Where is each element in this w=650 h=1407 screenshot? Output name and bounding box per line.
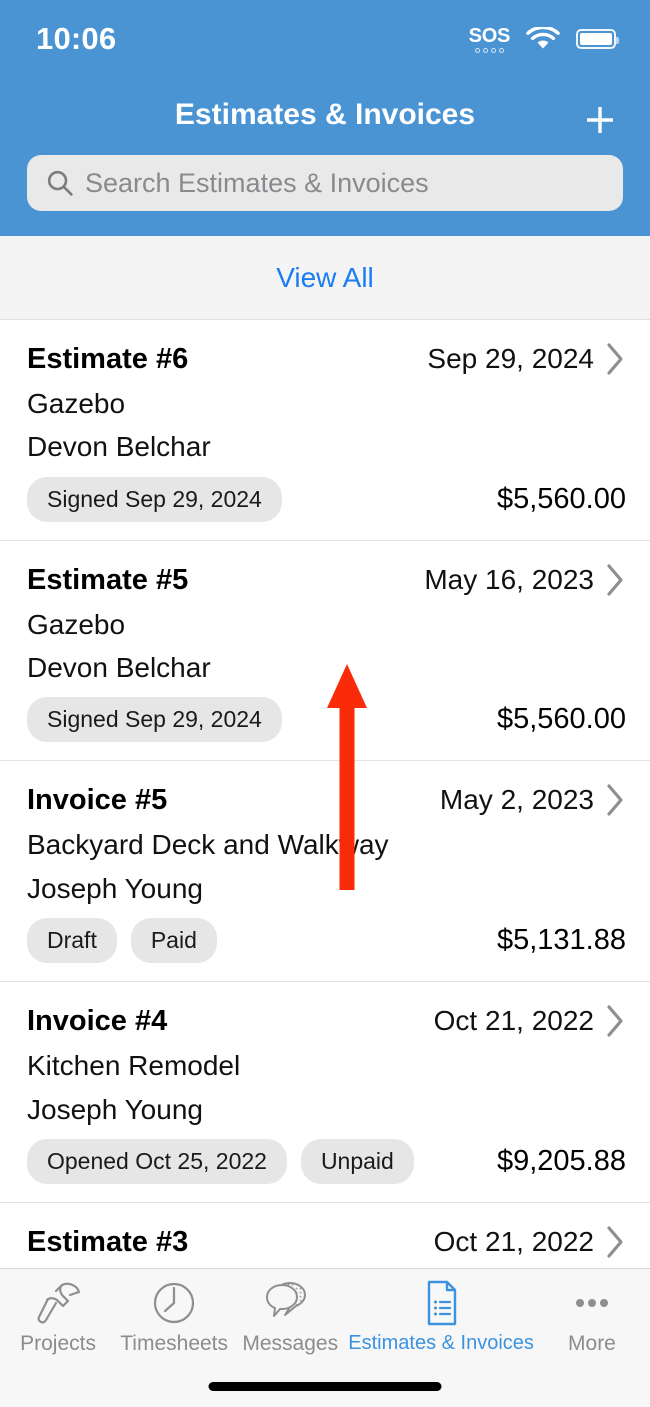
tab-label: Estimates & Invoices (348, 1332, 534, 1354)
tab-timesheets[interactable]: Timesheets (116, 1277, 232, 1365)
list-item-header: Estimate #5 May 16, 2023 (27, 563, 626, 597)
list-item-title: Invoice #5 (27, 784, 168, 817)
list-item-project: Backyard Deck and Walkway (27, 829, 389, 861)
list-item-amount: $5,131.88 (496, 924, 626, 957)
document-list-icon (417, 1277, 465, 1329)
list-item-date: Oct 21, 2022 (433, 1005, 594, 1037)
search-input[interactable] (85, 167, 605, 199)
ellipsis-icon (566, 1277, 618, 1329)
page-title: Estimates & Invoices (174, 98, 476, 131)
list-item-footer: Draft Paid $5,131.88 (27, 918, 626, 964)
status-badge: Paid (130, 918, 217, 964)
list-item-project: Gazebo (27, 608, 126, 640)
list-item-client: Devon Belchar (27, 431, 211, 463)
battery-icon (576, 29, 619, 49)
list-item-date: May 2, 2023 (439, 784, 594, 816)
chevron-right-icon[interactable] (606, 563, 626, 597)
list-item-title: Estimate #3 (27, 1225, 189, 1258)
status-bar: 10:06 SOS (0, 0, 650, 78)
phone-screen: 10:06 SOS Estimates & Invoices Search Es… (0, 0, 650, 1407)
status-bar-clock: 10:06 (36, 21, 117, 56)
nav-bar: Estimates & Invoices (0, 82, 650, 148)
status-badges: Signed Sep 29, 2024 (27, 697, 282, 743)
chevron-right-icon[interactable] (606, 342, 626, 376)
list-item-client: Joseph Young (27, 872, 203, 904)
list-item-amount: $5,560.00 (496, 703, 626, 736)
tab-label: Messages (242, 1332, 339, 1355)
status-badge: Draft (27, 918, 117, 964)
list-item-meta: Oct 21, 2022 (434, 1225, 626, 1259)
tab-label: More (568, 1332, 616, 1355)
app-header: 10:06 SOS Estimates & Invoices Search Es… (0, 0, 650, 236)
status-bar-indicators: SOS (469, 26, 619, 53)
wifi-icon (526, 26, 560, 48)
list-item-meta: May 16, 2023 (424, 563, 626, 597)
status-badges: Draft Paid (27, 918, 217, 964)
speech-bubbles-icon (263, 1277, 317, 1329)
chevron-right-icon[interactable] (606, 1225, 626, 1259)
list-item-amount: $9,205.88 (496, 1144, 626, 1177)
view-all-bar: View All (0, 236, 650, 320)
search-bar[interactable] (27, 155, 623, 211)
home-indicator (208, 1382, 442, 1391)
view-all-link[interactable]: View All (276, 262, 374, 294)
list-item-header: Estimate #3 Oct 21, 2022 (27, 1225, 626, 1259)
list-item-date: Sep 29, 2024 (427, 343, 594, 374)
list-item-title: Invoice #4 (27, 1005, 168, 1038)
list-item-amount: $5,560.00 (496, 482, 626, 515)
tab-estimates-invoices[interactable]: Estimates & Invoices (348, 1277, 534, 1365)
list-item-title: Estimate #5 (27, 563, 189, 596)
list-item-meta: Oct 21, 2022 (434, 1004, 626, 1038)
list-item-header: Estimate #6 Sep 29, 2024 (27, 342, 626, 376)
list-item-date: Oct 21, 2022 (433, 1225, 594, 1257)
tab-bar: Projects Timesheets Messages Estimates &… (0, 1268, 650, 1407)
list-item-header: Invoice #4 Oct 21, 2022 (27, 1004, 626, 1038)
list-item-project: Kitchen Remodel (27, 1050, 241, 1082)
tab-projects[interactable]: Projects (0, 1277, 116, 1365)
status-badge: Unpaid (300, 1138, 414, 1184)
list-item-footer: Opened Oct 25, 2022 Unpaid $9,205.88 (27, 1138, 626, 1184)
status-badges: Opened Oct 25, 2022 Unpaid (27, 1138, 414, 1184)
clock-icon (149, 1277, 199, 1329)
tab-label: Timesheets (120, 1332, 229, 1355)
list-item-footer: Signed Sep 29, 2024 $5,560.00 (27, 476, 626, 522)
hammer-icon (32, 1277, 84, 1329)
list-item[interactable]: Invoice #5 May 2, 2023 Backyard Deck and… (0, 761, 650, 983)
search-icon (47, 170, 73, 196)
list-item-client: Joseph Young (27, 1093, 203, 1125)
tab-more[interactable]: More (534, 1277, 650, 1365)
status-badge: Signed Sep 29, 2024 (27, 476, 282, 522)
list-item-client: Devon Belchar (27, 652, 211, 684)
list-item-header: Invoice #5 May 2, 2023 (27, 783, 626, 817)
list-item-meta: May 2, 2023 (440, 783, 626, 817)
sos-indicator: SOS (469, 26, 510, 53)
chevron-right-icon[interactable] (606, 783, 626, 817)
sos-label: SOS (468, 24, 511, 47)
status-badge: Signed Sep 29, 2024 (27, 697, 282, 743)
list-item-meta: Sep 29, 2024 (427, 342, 626, 376)
list-item[interactable]: Invoice #4 Oct 21, 2022 Kitchen Remodel … (0, 982, 650, 1203)
list-item-project: Gazebo (27, 388, 126, 419)
tab-messages[interactable]: Messages (232, 1277, 348, 1365)
signal-dots (474, 47, 504, 53)
chevron-right-icon[interactable] (606, 1004, 626, 1038)
estimates-invoices-list[interactable]: Estimate #6 Sep 29, 2024 Gazebo Devon Be… (0, 320, 650, 1268)
add-button[interactable] (576, 96, 624, 144)
list-item-title: Estimate #6 (27, 343, 189, 375)
list-item[interactable]: Estimate #6 Sep 29, 2024 Gazebo Devon Be… (0, 320, 650, 541)
list-item[interactable]: Estimate #5 May 16, 2023 Gazebo Devon Be… (0, 540, 650, 762)
list-item[interactable]: Estimate #3 Oct 21, 2022 (0, 1202, 650, 1268)
list-item-date: May 16, 2023 (424, 563, 594, 595)
list-item-footer: Signed Sep 29, 2024 $5,560.00 (27, 697, 626, 743)
tab-label: Projects (20, 1332, 96, 1355)
status-badges: Signed Sep 29, 2024 (27, 476, 282, 522)
status-badge: Opened Oct 25, 2022 (27, 1138, 287, 1184)
